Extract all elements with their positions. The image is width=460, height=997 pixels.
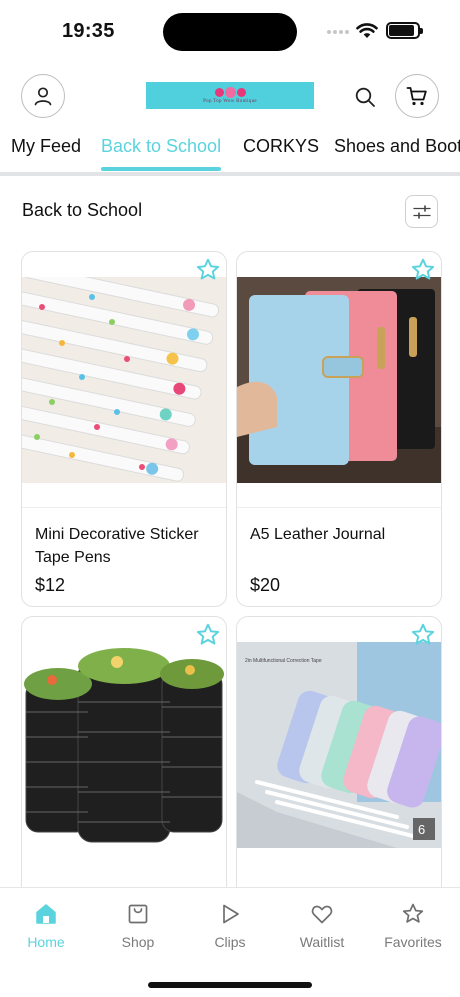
play-icon xyxy=(223,904,239,924)
section-title: Back to School xyxy=(22,200,143,220)
tabbar-clips[interactable]: Clips xyxy=(190,900,270,950)
image-caption: 2in Multifunctional Correction Tape xyxy=(245,658,322,664)
card-divider xyxy=(22,507,226,508)
image-badge: 6 xyxy=(418,822,425,837)
tabbar-shop-label: Shop xyxy=(121,934,155,950)
correction-tape-set-photo: 2in Multifunctional Correction Tape 6 xyxy=(237,642,441,848)
product-card[interactable]: A5 Leather Journal $20 xyxy=(236,251,442,607)
tab-my-feed[interactable]: My Feed xyxy=(11,136,81,157)
product-name: Mini Decorative Sticker Tape Pens xyxy=(35,526,199,566)
bottom-tab-bar: Home Shop Clips Waitlist Favorites xyxy=(0,887,460,997)
tabs-divider xyxy=(0,172,460,176)
tabbar-home-label: Home xyxy=(27,934,65,950)
favorite-star-icon[interactable] xyxy=(195,257,221,283)
home-icon xyxy=(36,904,56,924)
favorite-star-icon[interactable] xyxy=(195,622,221,648)
tab-shoes-and-boots[interactable]: Shoes and Boots xyxy=(334,136,460,157)
battery-icon xyxy=(386,22,423,39)
logo-text: Pop Top Wow Boutique xyxy=(203,98,257,104)
cart-icon xyxy=(406,87,427,106)
card-divider xyxy=(237,507,441,508)
sliders-icon xyxy=(412,204,431,219)
dynamic-island xyxy=(163,13,297,51)
bag-icon xyxy=(128,904,148,924)
tabbar-favorites[interactable]: Favorites xyxy=(373,900,453,950)
meal-prep-containers-photo xyxy=(22,642,226,848)
heart-icon xyxy=(311,905,333,924)
active-tab-indicator xyxy=(101,167,221,171)
status-bar: 19:35 xyxy=(0,0,460,62)
product-price: $12 xyxy=(35,575,66,595)
favorite-star-icon[interactable] xyxy=(410,257,436,283)
cart-button[interactable] xyxy=(395,74,439,118)
filter-button[interactable] xyxy=(405,195,438,228)
tab-corkys[interactable]: CORKYS xyxy=(243,136,319,157)
home-indicator xyxy=(148,982,312,988)
product-image xyxy=(22,277,226,483)
status-time: 19:35 xyxy=(62,20,115,42)
logo-flowers-icon xyxy=(214,86,246,99)
category-tabs: My Feed Back to School CORKYS Shoes and … xyxy=(0,128,460,176)
brand-logo[interactable]: Pop Top Wow Boutique xyxy=(146,82,314,109)
star-icon xyxy=(402,903,424,923)
cellular-signal-icon xyxy=(327,30,349,34)
leather-journals-photo xyxy=(237,277,441,483)
search-button[interactable] xyxy=(352,84,378,110)
search-icon xyxy=(355,87,375,107)
profile-button[interactable] xyxy=(21,74,65,118)
product-image: 2in Multifunctional Correction Tape 6 xyxy=(237,642,441,848)
sticker-tape-pens-photo xyxy=(22,277,226,483)
tab-back-to-school[interactable]: Back to School xyxy=(101,136,221,157)
product-image xyxy=(22,642,226,848)
wifi-icon xyxy=(356,23,378,38)
product-image xyxy=(237,277,441,483)
favorite-star-icon[interactable] xyxy=(410,622,436,648)
tabbar-shop[interactable]: Shop xyxy=(98,900,178,950)
product-card[interactable]: Mini Decorative Sticker Tape Pens $12 xyxy=(21,251,227,607)
tabbar-favorites-label: Favorites xyxy=(384,934,442,950)
product-name: A5 Leather Journal xyxy=(250,526,386,543)
tabbar-waitlist-label: Waitlist xyxy=(299,934,345,950)
tabbar-waitlist[interactable]: Waitlist xyxy=(282,900,362,950)
person-icon xyxy=(34,87,52,106)
tabbar-home[interactable]: Home xyxy=(6,900,86,950)
tabbar-clips-label: Clips xyxy=(214,934,246,950)
product-price: $20 xyxy=(250,575,281,595)
